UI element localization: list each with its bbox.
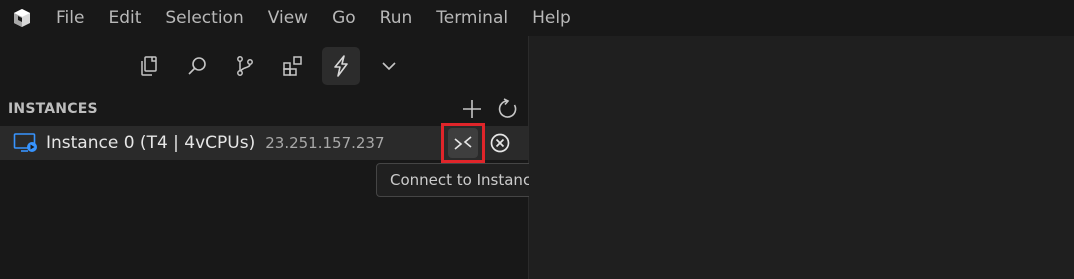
menu-view[interactable]: View: [256, 0, 320, 36]
plus-icon[interactable]: [459, 96, 485, 122]
refresh-icon[interactable]: [495, 96, 521, 122]
search-icon[interactable]: [178, 47, 216, 85]
extensions-icon[interactable]: [274, 47, 312, 85]
sidebar: INSTANCES Instance 0 (T4 | 4vCPUs) 23.25…: [0, 36, 555, 279]
menu-terminal[interactable]: Terminal: [424, 0, 520, 36]
menu-run[interactable]: Run: [368, 0, 425, 36]
menu-selection[interactable]: Selection: [153, 0, 255, 36]
source-control-icon[interactable]: [226, 47, 264, 85]
remote-connect-icon: [448, 128, 478, 158]
menu-edit[interactable]: Edit: [96, 0, 153, 36]
app-window: File Edit Selection View Go Run Terminal…: [0, 0, 1074, 279]
connect-tooltip: Connect to Instance: [376, 163, 555, 197]
connect-to-instance-button[interactable]: [441, 123, 485, 163]
explorer-icon[interactable]: [130, 47, 168, 85]
editor-area: [529, 36, 1074, 279]
remote-lightning-icon[interactable]: [322, 47, 360, 85]
menu-file[interactable]: File: [44, 0, 96, 36]
menu-help[interactable]: Help: [520, 0, 583, 36]
instances-section-header: INSTANCES: [8, 94, 523, 124]
menu-bar: File Edit Selection View Go Run Terminal…: [0, 0, 1074, 36]
close-circle-icon[interactable]: [487, 130, 513, 156]
instances-title: INSTANCES: [8, 101, 98, 117]
chevron-down-icon[interactable]: [370, 47, 408, 85]
app-logo-icon[interactable]: [0, 0, 44, 36]
activity-toolbar: [130, 46, 418, 86]
instance-name: Instance 0 (T4 | 4vCPUs): [46, 133, 256, 153]
menu-go[interactable]: Go: [320, 0, 368, 36]
vm-monitor-icon: [12, 131, 40, 155]
instance-row[interactable]: Instance 0 (T4 | 4vCPUs) 23.251.157.237: [0, 123, 528, 163]
instance-ip: 23.251.157.237: [265, 134, 385, 152]
